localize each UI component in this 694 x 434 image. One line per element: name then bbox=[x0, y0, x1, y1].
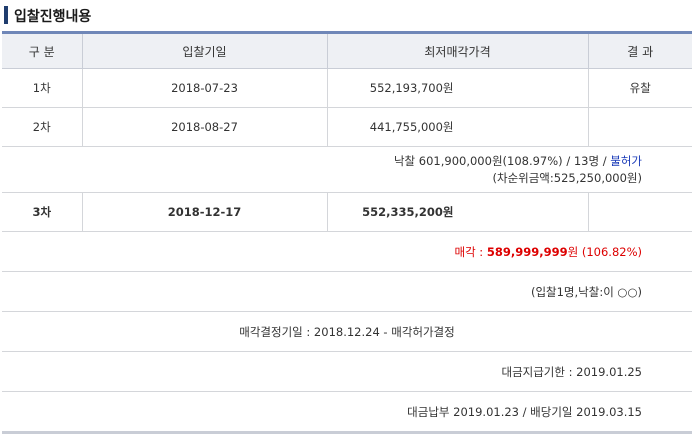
min-price-cell: 552,335,200원 bbox=[326, 192, 588, 232]
date-cell: 2018-07-23 bbox=[81, 68, 327, 108]
sale-cell: 매각 : 589,999,999원 (106.82%) bbox=[2, 231, 692, 272]
bid-progress-table: 구 분 입찰기일 최저매각가격 결 과 1차 2018-07-23 552,19… bbox=[2, 31, 692, 434]
table-header-row: 구 분 입찰기일 최저매각가격 결 과 bbox=[2, 31, 692, 69]
payment-dividend-cell: 대금납부 2019.01.23 / 배당기일 2019.03.15 bbox=[2, 391, 692, 434]
decision-cell: 매각결정기일 : 2018.12.24 - 매각허가결정 bbox=[2, 311, 692, 352]
section-title: 입찰진행내용 bbox=[14, 9, 92, 25]
round-cell: 3차 bbox=[2, 192, 82, 232]
award-cell: 낙찰 601,900,000원(108.97%) / 13명 / 불허가 (차순… bbox=[2, 146, 692, 193]
date-cell: 2018-08-27 bbox=[81, 107, 327, 147]
date-cell: 2018-12-17 bbox=[81, 192, 327, 232]
min-price-cell: 552,193,700원 bbox=[326, 68, 588, 108]
table-row-round-2: 2차 2018-08-27 441,755,000원 bbox=[2, 107, 692, 147]
award-text: 낙찰 601,900,000원(108.97%) / 13명 / bbox=[393, 153, 611, 168]
sale-row: 매각 : 589,999,999원 (106.82%) bbox=[2, 231, 692, 272]
sale-label: 매각 : bbox=[454, 244, 487, 259]
bidders-row: (입찰1명,낙찰:이 ○○) bbox=[2, 271, 692, 312]
award-row: 낙찰 601,900,000원(108.97%) / 13명 / 불허가 (차순… bbox=[2, 146, 692, 193]
round-cell: 1차 bbox=[2, 68, 82, 108]
table-row-round-3: 3차 2018-12-17 552,335,200원 bbox=[2, 192, 692, 232]
decision-row: 매각결정기일 : 2018.12.24 - 매각허가결정 bbox=[2, 311, 692, 352]
second-bid-amount: (차순위금액:525,250,000원) bbox=[492, 170, 643, 185]
title-marker bbox=[4, 6, 8, 24]
min-price-cell: 441,755,000원 bbox=[326, 107, 588, 147]
payment-deadline-cell: 대금지급기한 : 2019.01.25 bbox=[2, 351, 692, 392]
round-cell: 2차 bbox=[2, 107, 82, 147]
header-round: 구 분 bbox=[2, 31, 82, 69]
bidders-cell: (입찰1명,낙찰:이 ○○) bbox=[2, 271, 692, 312]
header-min-price: 최저매각가격 bbox=[326, 31, 588, 69]
header-result: 결 과 bbox=[587, 31, 692, 69]
payment-deadline-row: 대금지급기한 : 2019.01.25 bbox=[2, 351, 692, 392]
result-cell: 유찰 bbox=[587, 68, 692, 108]
sale-rate: (106.82%) bbox=[581, 244, 642, 259]
result-cell bbox=[587, 107, 692, 147]
result-cell bbox=[587, 192, 692, 232]
section-header: 입찰진행내용 bbox=[0, 0, 694, 31]
sale-amount: 589,999,999 bbox=[486, 244, 568, 259]
sale-unit: 원 bbox=[567, 244, 579, 259]
permit-status-link[interactable]: 불허가 bbox=[610, 154, 642, 168]
table-row-round-1: 1차 2018-07-23 552,193,700원 유찰 bbox=[2, 68, 692, 108]
payment-dividend-row: 대금납부 2019.01.23 / 배당기일 2019.03.15 bbox=[2, 391, 692, 434]
header-date: 입찰기일 bbox=[81, 31, 327, 69]
